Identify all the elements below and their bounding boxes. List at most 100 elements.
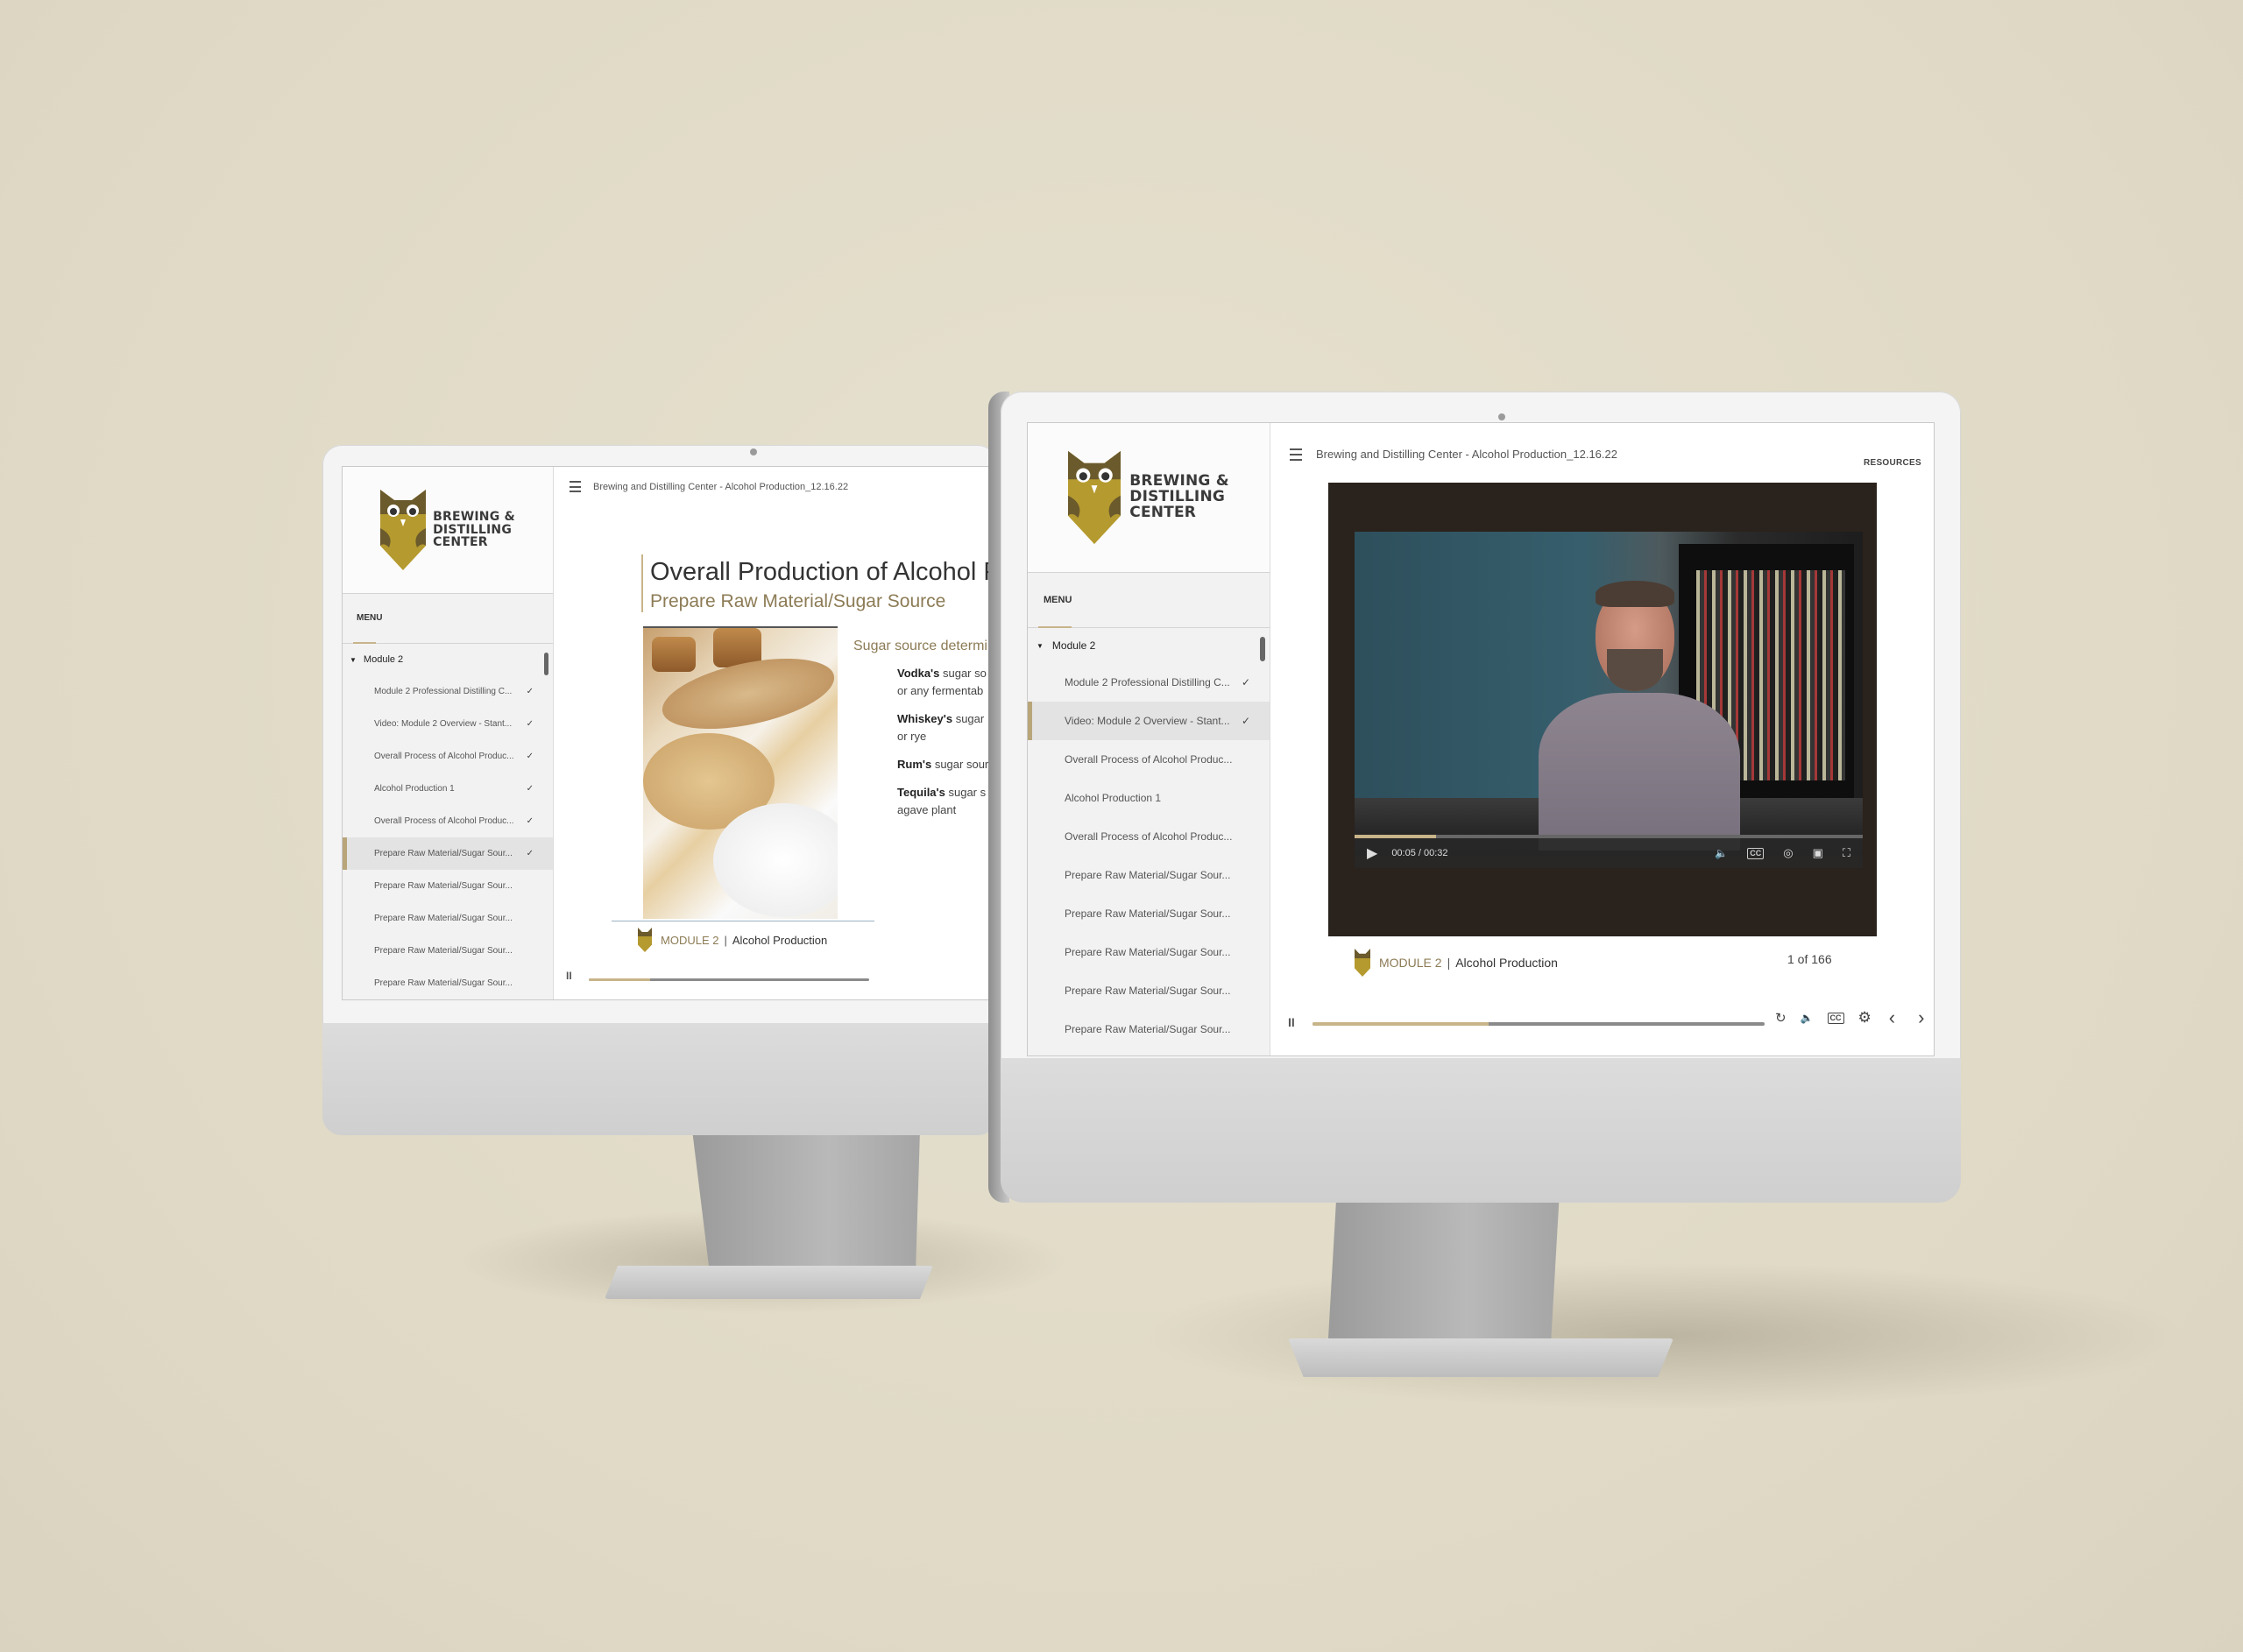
menu-item[interactable]: Alcohol Production 1 xyxy=(1028,779,1270,817)
video-controls: ▶ 00:05 / 00:32 🔈 CC ◎ ▣ ⛶ xyxy=(1355,838,1863,868)
playback-speed-icon[interactable]: ◎ xyxy=(1783,846,1793,860)
next-icon[interactable]: › xyxy=(1918,1006,1924,1029)
menu-item[interactable]: Video: Module 2 Overview - Stant... ✓ xyxy=(1028,702,1270,740)
right-main: Brewing and Distilling Center - Alcohol … xyxy=(1270,423,1934,1055)
play-icon[interactable]: ▶ xyxy=(1367,844,1377,862)
left-camera xyxy=(750,448,757,455)
settings-icon[interactable]: ⚙ xyxy=(1858,1009,1872,1027)
slide-counter: 1 of 166 xyxy=(1787,952,1832,966)
slide-progress[interactable] xyxy=(1313,1022,1765,1026)
slide-subtitle: Prepare Raw Material/Sugar Source xyxy=(650,591,946,611)
sugar-image xyxy=(643,626,838,919)
menu-item[interactable]: Prepare Raw Material/Sugar Sour... xyxy=(1028,1010,1270,1048)
right-screen: BREWING & DISTILLING CENTER MENU ▼ Module … xyxy=(1027,422,1935,1056)
right-logo: BREWING & DISTILLING CENTER xyxy=(1028,423,1270,573)
menu-item[interactable]: Prepare Raw Material/Sugar Sour... xyxy=(1028,894,1270,933)
menu-label: MENU xyxy=(1044,595,1072,605)
menu-item-label: Overall Process of Alcohol Produc... xyxy=(1065,830,1233,843)
fullscreen-icon[interactable]: ⛶ xyxy=(1843,846,1850,860)
menu-item-label: Overall Process of Alcohol Produc... xyxy=(374,752,514,761)
right-camera xyxy=(1498,413,1505,420)
player-controls: ↻ 🔈 CC ⚙ ‹ › xyxy=(1775,1006,1924,1029)
captions-icon[interactable]: CC xyxy=(1827,1012,1844,1024)
menu-item-label: Prepare Raw Material/Sugar Sour... xyxy=(374,881,513,891)
menu-item-label: Prepare Raw Material/Sugar Sour... xyxy=(1065,985,1231,997)
bullet-item: Vodka's sugar so or any fermentab xyxy=(897,667,987,697)
left-screen: BREWING & DISTILLING CENTER MENU ▼ Module … xyxy=(342,466,996,1000)
checkmark-icon: ✓ xyxy=(526,719,534,729)
mini-owl-icon xyxy=(1355,949,1370,977)
left-logo: BREWING & DISTILLING CENTER xyxy=(343,467,553,594)
menu-item[interactable]: Prepare Raw Material/Sugar Sour... xyxy=(343,935,553,967)
course-title: Brewing and Distilling Center - Alcohol … xyxy=(593,481,849,492)
menu-item[interactable]: Video: Module 2 Overview - Stant... ✓ xyxy=(343,708,553,740)
course-title: Brewing and Distilling Center - Alcohol … xyxy=(1316,448,1617,461)
menu-item-label: Video: Module 2 Overview - Stant... xyxy=(1065,715,1230,727)
menu-icon[interactable] xyxy=(570,481,581,492)
mini-owl-icon xyxy=(638,928,652,952)
scrollbar[interactable] xyxy=(544,653,548,675)
pause-button[interactable]: II xyxy=(566,970,572,982)
volume-icon[interactable]: 🔈 xyxy=(1801,1012,1814,1024)
menu-item[interactable]: Module 2 Professional Distilling C... ✓ xyxy=(343,675,553,708)
menu-item-label: Overall Process of Alcohol Produc... xyxy=(1065,753,1233,766)
menu-item-label: Prepare Raw Material/Sugar Sour... xyxy=(1065,869,1231,881)
menu-item[interactable]: Prepare Raw Material/Sugar Sour... xyxy=(1028,933,1270,971)
menu-item-label: Module 2 Professional Distilling C... xyxy=(1065,676,1230,688)
left-sidebar: BREWING & DISTILLING CENTER MENU ▼ Module … xyxy=(343,467,554,999)
module-toggle[interactable]: ▼ Module 2 xyxy=(1028,628,1270,663)
menu-item-label: Overall Process of Alcohol Produc... xyxy=(374,816,514,826)
menu-item[interactable]: Prepare Raw Material/Sugar Sour... xyxy=(343,967,553,999)
checkmark-icon: ✓ xyxy=(1241,715,1250,727)
picture-in-picture-icon[interactable]: ▣ xyxy=(1813,846,1823,860)
bullet-item: Rum's sugar sour xyxy=(897,758,989,771)
menu-item[interactable]: Overall Process of Alcohol Produc... xyxy=(1028,740,1270,779)
captions-icon[interactable]: CC xyxy=(1747,847,1765,859)
title-accent-bar xyxy=(641,554,643,612)
menu-item[interactable]: Prepare Raw Material/Sugar Sour... ✓ xyxy=(343,837,553,870)
left-menu-list: ▼ Module 2 Module 2 Professional Distill… xyxy=(343,644,553,999)
menu-item[interactable]: Overall Process of Alcohol Produc... ✓ xyxy=(343,805,553,837)
volume-icon[interactable]: 🔈 xyxy=(1715,847,1728,859)
menu-item[interactable]: Prepare Raw Material/Sugar Sour... xyxy=(343,870,553,902)
left-stand-foot xyxy=(605,1266,933,1299)
menu-item[interactable]: Alcohol Production 1 ✓ xyxy=(343,773,553,805)
checkmark-icon: ✓ xyxy=(1241,676,1250,688)
checkmark-icon: ✓ xyxy=(526,752,534,761)
source-heading: Sugar source determi xyxy=(853,639,987,653)
owl-logo-icon xyxy=(380,490,427,570)
pause-button[interactable]: II xyxy=(1288,1015,1295,1029)
scrollbar[interactable] xyxy=(1260,637,1265,661)
module-toggle[interactable]: ▼ Module 2 xyxy=(343,644,553,675)
video-time: 00:05 / 00:32 xyxy=(1391,848,1448,858)
slide-title: Overall Production of Alcohol Pr xyxy=(650,558,996,586)
footer-brand: MODULE 2 | Alcohol Production xyxy=(1355,949,1558,977)
menu-item[interactable]: Module 2 Professional Distilling C... ✓ xyxy=(1028,663,1270,702)
resources-link[interactable]: RESOURCES xyxy=(1864,458,1921,468)
menu-item-label: Alcohol Production 1 xyxy=(1065,792,1162,804)
menu-item-label: Prepare Raw Material/Sugar Sour... xyxy=(1065,946,1231,958)
menu-item[interactable]: Prepare Raw Material/Sugar Sour... xyxy=(1028,856,1270,894)
menu-icon[interactable] xyxy=(1290,448,1302,461)
menu-item[interactable]: Overall Process of Alcohol Produc... ✓ xyxy=(343,740,553,773)
right-menu-list: ▼ Module 2 Module 2 Professional Distill… xyxy=(1028,628,1270,1055)
previous-icon[interactable]: ‹ xyxy=(1889,1006,1895,1029)
menu-item[interactable]: Prepare Raw Material/Sugar Sour... xyxy=(343,902,553,935)
checkmark-icon: ✓ xyxy=(526,849,534,858)
menu-header: MENU xyxy=(1028,573,1270,628)
logo-wordmark: BREWING & DISTILLING CENTER xyxy=(433,509,515,550)
right-sidebar: BREWING & DISTILLING CENTER MENU ▼ Module … xyxy=(1028,423,1270,1055)
slide-progress[interactable] xyxy=(589,978,869,981)
right-shadow xyxy=(1139,1261,2190,1410)
checkmark-icon: ✓ xyxy=(526,816,534,826)
right-stand-foot xyxy=(1288,1338,1673,1377)
video-player[interactable]: ▶ 00:05 / 00:32 🔈 CC ◎ ▣ ⛶ xyxy=(1328,483,1877,936)
checkmark-icon: ✓ xyxy=(526,784,534,794)
menu-item[interactable]: Overall Process of Alcohol Produc... xyxy=(1028,817,1270,856)
checkmark-icon: ✓ xyxy=(526,687,534,696)
bullet-item: Whiskey's sugar or rye xyxy=(897,712,985,743)
menu-item-label: Video: Module 2 Overview - Stant... xyxy=(374,719,513,729)
replay-icon[interactable]: ↻ xyxy=(1775,1010,1787,1026)
left-main: Brewing and Distilling Center - Alcohol … xyxy=(554,467,995,999)
menu-item[interactable]: Prepare Raw Material/Sugar Sour... xyxy=(1028,971,1270,1010)
